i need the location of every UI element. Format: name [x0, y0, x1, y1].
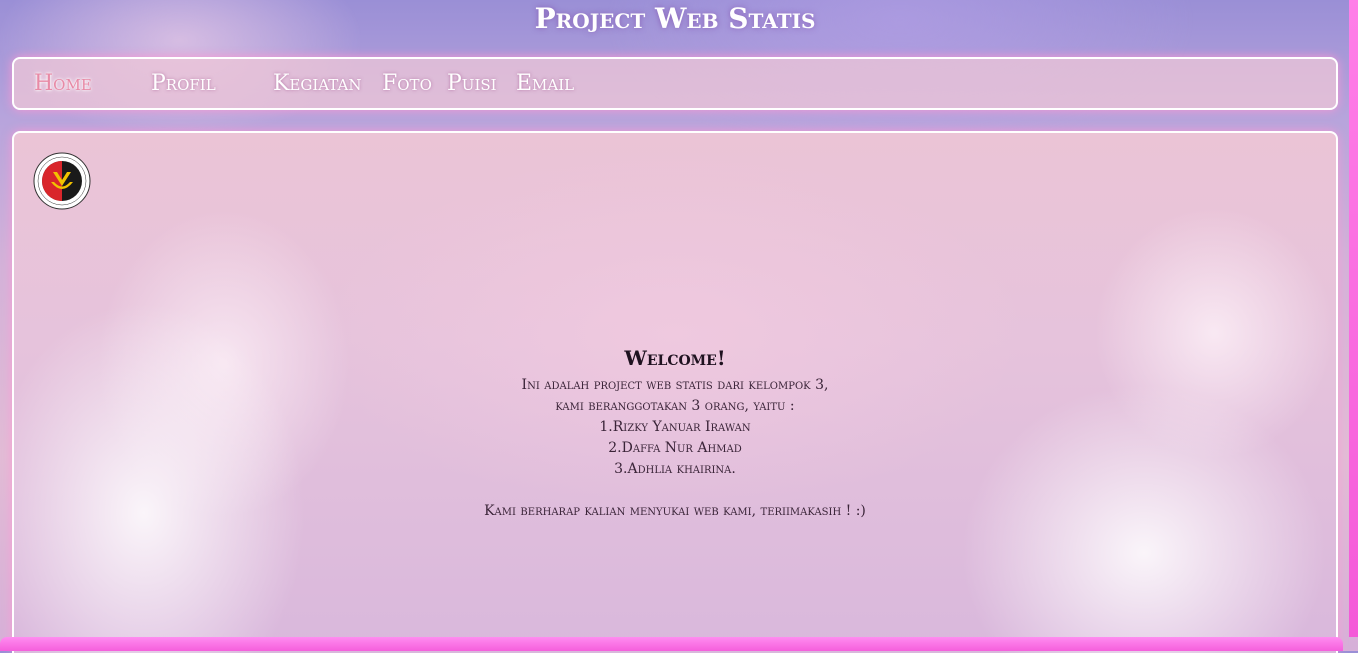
main-nav: Home Profil Kegiatan Foto Puisi Email — [12, 57, 1338, 110]
nav-item-profil[interactable]: Profil — [151, 59, 216, 108]
welcome-heading: Welcome! — [624, 346, 726, 370]
page-title: Project Web Statis — [534, 2, 816, 35]
member-name: 2.Daffa Nur Ahmad — [608, 440, 742, 456]
closing-message: Kami berharap kalian menyukai web kami, … — [484, 503, 866, 519]
nav-item-puisi[interactable]: Puisi — [447, 59, 497, 108]
member-name: 3.Adhlia khairina. — [614, 461, 736, 477]
welcome-section: Welcome! Ini adalah project web statis d… — [14, 343, 1336, 522]
nav-item-email[interactable]: Email — [516, 59, 574, 108]
scrollbar-accent[interactable] — [1349, 0, 1358, 637]
main-content: Welcome! Ini adalah project web statis d… — [12, 131, 1338, 653]
nav-item-home[interactable]: Home — [34, 59, 92, 108]
footer-bar — [0, 637, 1343, 651]
school-logo-icon — [33, 152, 91, 210]
nav-item-kegiatan[interactable]: Kegiatan — [273, 59, 361, 108]
nav-item-foto[interactable]: Foto — [382, 59, 432, 108]
member-name: 1.Rizky Yanuar Irawan — [599, 419, 751, 435]
welcome-line: kami beranggotakan 3 orang, yaitu : — [555, 398, 795, 414]
welcome-line: Ini adalah project web statis dari kelom… — [521, 377, 829, 393]
